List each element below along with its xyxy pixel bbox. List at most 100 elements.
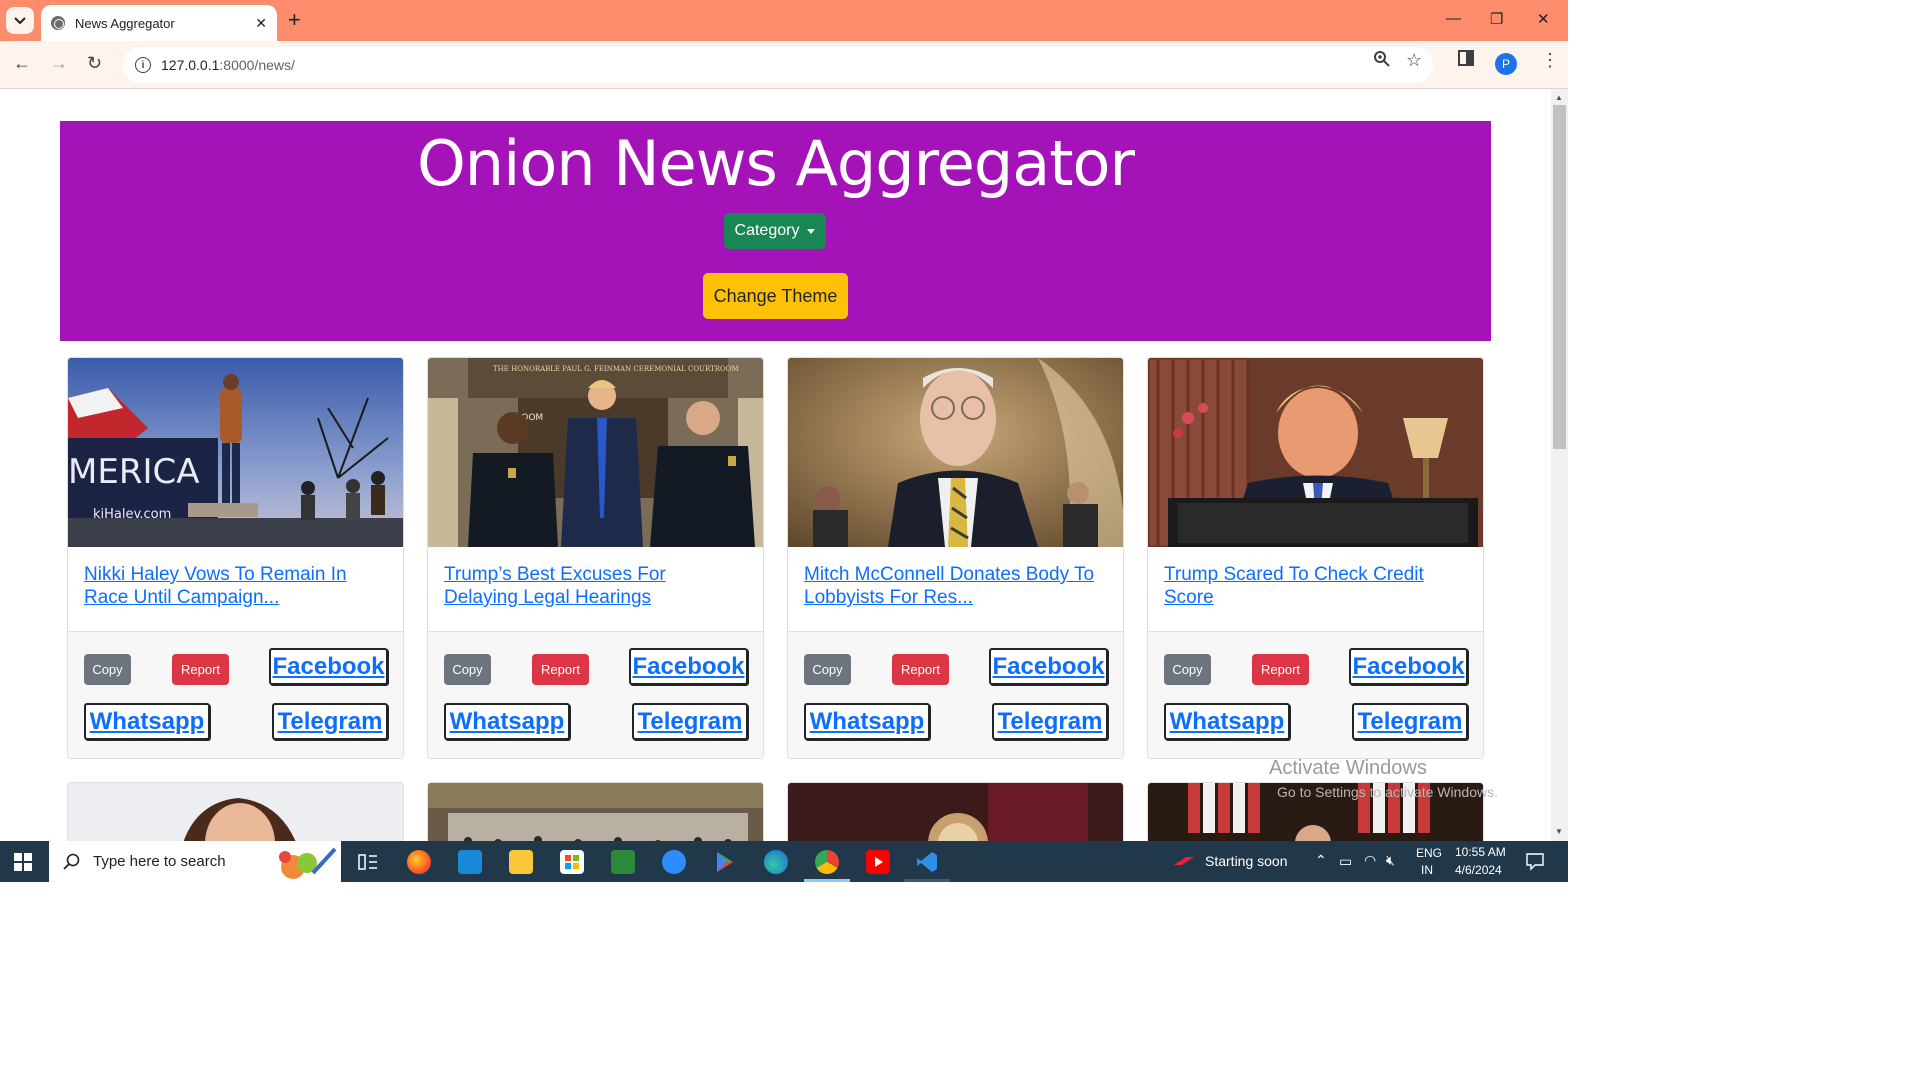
share-whatsapp-button[interactable]: Whatsapp: [804, 703, 930, 740]
new-tab-button[interactable]: +: [288, 9, 301, 31]
page-title: Onion News Aggregator: [417, 127, 1135, 200]
battery-icon[interactable]: ▭: [1339, 853, 1352, 870]
caret-down-icon: [807, 228, 816, 234]
zoom-icon[interactable]: [1373, 50, 1391, 73]
site-info-icon[interactable]: i: [135, 57, 151, 73]
chevron-down-icon: [14, 16, 26, 24]
news-image-rally[interactable]: MERICA kiHaley.com: [68, 358, 404, 547]
firefox-icon[interactable]: [407, 850, 431, 874]
news-image-senator[interactable]: [788, 358, 1124, 547]
address-bar[interactable]: i 127.0.0.1:8000/news/: [123, 47, 1433, 83]
share-whatsapp-button[interactable]: Whatsapp: [1164, 703, 1290, 740]
windows-taskbar: Type here to search Starting soon ⌃ ▭ ◠ …: [0, 841, 1568, 882]
scrollbar-thumb[interactable]: [1553, 105, 1566, 449]
news-card-partial: [67, 782, 404, 841]
news-image-desk[interactable]: [1148, 358, 1484, 547]
volume-muted-icon[interactable]: 🔇︎: [1386, 852, 1395, 869]
share-whatsapp-button[interactable]: Whatsapp: [84, 703, 210, 740]
news-card: THE HONORABLE PAUL G. FEINMAN CEREMONIAL…: [427, 357, 764, 759]
share-telegram-button[interactable]: Telegram: [992, 703, 1108, 740]
news-image-portrait[interactable]: [68, 783, 404, 841]
youtube-icon[interactable]: [866, 850, 890, 874]
close-tab-icon[interactable]: ✕: [255, 15, 267, 32]
news-headline-link[interactable]: Mitch McConnell Donates Body To Lobbyist…: [804, 563, 1104, 609]
share-facebook-button[interactable]: Facebook: [629, 648, 748, 685]
news-card: Mitch McConnell Donates Body To Lobbyist…: [787, 357, 1124, 759]
share-telegram-button[interactable]: Telegram: [272, 703, 388, 740]
report-button[interactable]: Report: [172, 654, 229, 685]
bookmark-star-icon[interactable]: ☆: [1406, 50, 1422, 71]
task-view-icon[interactable]: [356, 850, 380, 874]
news-image-courthouse[interactable]: THE HONORABLE PAUL G. FEINMAN CEREMONIAL…: [428, 358, 764, 547]
microsoft-store-icon[interactable]: [560, 850, 584, 874]
card-footer: Copy Report Facebook Whatsapp Telegram: [428, 631, 763, 758]
region-code[interactable]: IN: [1421, 863, 1433, 877]
wifi-icon[interactable]: ◠: [1364, 852, 1376, 869]
forward-arrow-icon[interactable]: →: [50, 53, 68, 74]
category-label: Category: [734, 222, 800, 239]
report-button[interactable]: Report: [1252, 654, 1309, 685]
copy-button[interactable]: Copy: [1164, 654, 1211, 685]
edge-icon[interactable]: [764, 850, 788, 874]
vscode-icon[interactable]: [915, 850, 939, 874]
share-telegram-button[interactable]: Telegram: [632, 703, 748, 740]
minimize-icon[interactable]: —: [1446, 10, 1461, 27]
restore-icon[interactable]: ❐: [1490, 10, 1503, 28]
profile-avatar[interactable]: P: [1495, 53, 1517, 75]
news-card-partial: [787, 782, 1124, 841]
card-footer: Copy Report Facebook Whatsapp Telegram: [1148, 631, 1483, 758]
windows-start-icon[interactable]: [14, 853, 32, 871]
url-text[interactable]: 127.0.0.1:8000/news/: [161, 57, 295, 73]
tab-strip: News Aggregator ✕ + — ❐ ✕: [0, 0, 1568, 41]
mail-icon[interactable]: [458, 850, 482, 874]
clock-date[interactable]: 4/6/2024: [1455, 863, 1502, 877]
search-highlight-art-icon: [279, 847, 337, 879]
file-explorer-icon[interactable]: [509, 850, 533, 874]
meet-icon[interactable]: [611, 850, 635, 874]
news-headline-link[interactable]: Trump Scared To Check Credit Score: [1164, 563, 1464, 609]
scroll-down-arrow-icon[interactable]: ▼: [1555, 827, 1563, 836]
news-headline-link[interactable]: Nikki Haley Vows To Remain In Race Until…: [84, 563, 384, 609]
news-image-chamber[interactable]: [788, 783, 1124, 841]
report-button[interactable]: Report: [532, 654, 589, 685]
close-window-icon[interactable]: ✕: [1537, 10, 1550, 28]
news-card: MERICA kiHaley.com Nikki Haley Vows To R…: [67, 357, 404, 759]
url-path: :8000/news/: [219, 57, 295, 73]
share-facebook-button[interactable]: Facebook: [269, 648, 388, 685]
back-arrow-icon[interactable]: ←: [13, 53, 31, 74]
url-host: 127.0.0.1: [161, 57, 220, 73]
show-hidden-icons-chevron-icon[interactable]: ⌃: [1315, 852, 1327, 869]
page-scrollbar[interactable]: ▲ ▼: [1551, 89, 1568, 841]
change-theme-button[interactable]: Change Theme: [703, 273, 848, 319]
news-card-partial: [427, 782, 764, 841]
menu-kebab-icon[interactable]: ⋮: [1541, 50, 1559, 71]
activate-windows-subtext: Go to Settings to activate Windows.: [1277, 784, 1498, 800]
copy-button[interactable]: Copy: [804, 654, 851, 685]
side-panel-icon[interactable]: [1458, 50, 1474, 71]
active-app-indicator: [804, 879, 850, 882]
clock-time[interactable]: 10:55 AM: [1455, 845, 1506, 859]
chrome-icon[interactable]: [815, 850, 839, 874]
f1-racing-icon[interactable]: [1172, 853, 1196, 872]
browser-tab[interactable]: News Aggregator ✕: [41, 5, 277, 41]
play-store-icon[interactable]: [713, 850, 737, 874]
taskbar-search-box[interactable]: Type here to search: [49, 841, 341, 882]
zoom-app-icon[interactable]: [662, 850, 686, 874]
news-image-crowd[interactable]: [428, 783, 764, 841]
reload-icon[interactable]: ↻: [87, 53, 102, 74]
share-whatsapp-button[interactable]: Whatsapp: [444, 703, 570, 740]
news-headline-link[interactable]: Trump’s Best Excuses For Delaying Legal …: [444, 563, 744, 609]
copy-button[interactable]: Copy: [444, 654, 491, 685]
report-button[interactable]: Report: [892, 654, 949, 685]
tab-search-button[interactable]: [6, 7, 34, 34]
tab-title: News Aggregator: [75, 15, 175, 31]
language-code[interactable]: ENG: [1416, 846, 1442, 860]
share-telegram-button[interactable]: Telegram: [1352, 703, 1468, 740]
share-facebook-button[interactable]: Facebook: [1349, 648, 1468, 685]
share-facebook-button[interactable]: Facebook: [989, 648, 1108, 685]
notification-text[interactable]: Starting soon: [1205, 853, 1288, 869]
scroll-up-arrow-icon[interactable]: ▲: [1555, 93, 1563, 102]
copy-button[interactable]: Copy: [84, 654, 131, 685]
notification-center-icon[interactable]: [1525, 851, 1545, 874]
category-dropdown-button[interactable]: Category: [724, 213, 826, 249]
